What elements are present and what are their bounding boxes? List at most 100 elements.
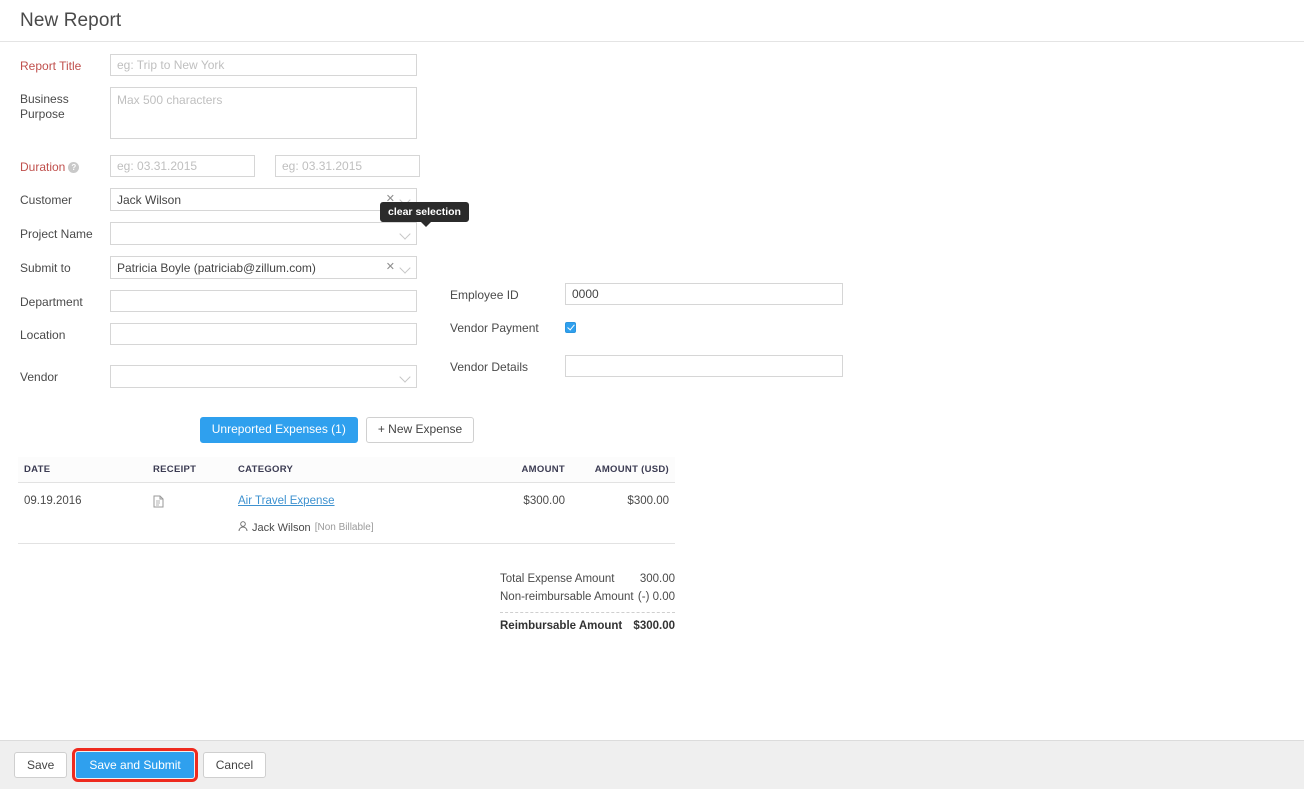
project-name-label: Project Name: [0, 222, 110, 242]
vendor-payment-label: Vendor Payment: [450, 316, 540, 336]
submit-to-field: Patricia Boyle (patriciab@zillum.com) ✕: [110, 256, 417, 279]
totals-divider: [500, 612, 675, 613]
table-row[interactable]: 09.19.2016 Air Travel Expense: [18, 482, 675, 543]
page-header: New Report: [0, 0, 1304, 42]
form-footer: Save Save and Submit Cancel: [0, 740, 1304, 789]
field-row-location: Location: [0, 323, 450, 345]
chevron-down-icon[interactable]: [401, 372, 410, 381]
department-input[interactable]: [110, 290, 417, 312]
customer-value: Jack Wilson: [117, 193, 386, 207]
new-expense-button[interactable]: + New Expense: [366, 417, 474, 443]
vendor-details-label: Vendor Details: [450, 355, 565, 375]
vendor-select[interactable]: [110, 365, 417, 388]
column-header-category: CATEGORY: [238, 457, 455, 483]
cell-category: Air Travel Expense Jack Wilson [Non Bill…: [238, 482, 455, 543]
report-form: clear selection Report Title Business Pu…: [0, 42, 1304, 399]
cell-amount-usd: $300.00: [565, 482, 675, 543]
department-field: [110, 290, 417, 312]
expense-person-name: Jack Wilson: [252, 522, 311, 534]
clear-selection-tooltip: clear selection: [380, 202, 469, 222]
category-link[interactable]: Air Travel Expense: [238, 495, 335, 507]
cell-receipt: [153, 482, 238, 543]
employee-id-field: [565, 283, 843, 305]
form-grid: Report Title Business Purpose Duration?: [0, 54, 1304, 399]
submit-to-value: Patricia Boyle (patriciab@zillum.com): [117, 261, 386, 275]
unreported-expenses-button[interactable]: Unreported Expenses (1): [200, 417, 358, 443]
vendor-payment-field: [540, 316, 576, 333]
save-and-submit-button[interactable]: Save and Submit: [76, 752, 193, 778]
location-field: [110, 323, 417, 345]
business-purpose-textarea[interactable]: [110, 87, 417, 139]
vendor-field: [110, 365, 417, 388]
column-header-date: DATE: [18, 457, 153, 483]
field-row-vendor-payment: Vendor Payment: [450, 316, 900, 336]
duration-label-text: Duration: [20, 160, 65, 174]
person-icon: [238, 521, 248, 535]
help-icon[interactable]: ?: [68, 162, 79, 173]
chevron-down-icon[interactable]: [401, 229, 410, 238]
column-header-amount-usd: AMOUNT (USD): [565, 457, 675, 483]
cancel-button[interactable]: Cancel: [203, 752, 266, 778]
expense-person-line: Jack Wilson [Non Billable]: [238, 521, 455, 535]
vendor-label: Vendor: [0, 365, 110, 385]
total-expense-row: Total Expense Amount 300.00: [500, 570, 675, 588]
duration-to-input[interactable]: [275, 155, 420, 177]
non-reimbursable-label: Non-reimbursable Amount: [500, 591, 634, 603]
column-header-receipt: RECEIPT: [153, 457, 238, 483]
form-right-column: Employee ID Vendor Payment Vendor Detail…: [450, 54, 900, 399]
customer-select[interactable]: Jack Wilson ✕: [110, 188, 417, 211]
vendor-details-input[interactable]: [565, 355, 843, 377]
report-title-field: [110, 54, 417, 76]
field-row-report-title: Report Title: [0, 54, 450, 76]
field-row-vendor-details: Vendor Details: [450, 355, 900, 377]
field-row-submit-to: Submit to Patricia Boyle (patriciab@zill…: [0, 256, 450, 279]
page-title: New Report: [20, 10, 121, 32]
field-row-project-name: Project Name: [0, 222, 450, 245]
cell-amount: $300.00: [455, 482, 565, 543]
department-label: Department: [0, 290, 110, 310]
employee-id-label: Employee ID: [450, 283, 565, 303]
field-row-department: Department: [0, 290, 450, 312]
totals-panel: Total Expense Amount 300.00 Non-reimburs…: [500, 570, 675, 635]
close-icon[interactable]: ✕: [386, 262, 395, 273]
expenses-table: DATE RECEIPT CATEGORY AMOUNT AMOUNT (USD…: [18, 457, 675, 543]
reimbursable-label: Reimbursable Amount: [500, 620, 622, 632]
reimbursable-value: $300.00: [633, 620, 675, 632]
billable-tag: [Non Billable]: [315, 522, 374, 533]
total-expense-value: 300.00: [640, 573, 675, 585]
table-header-row: DATE RECEIPT CATEGORY AMOUNT AMOUNT (USD…: [18, 457, 675, 483]
report-title-label: Report Title: [0, 54, 110, 74]
field-row-employee-id: Employee ID: [450, 283, 900, 305]
employee-id-input[interactable]: [565, 283, 843, 305]
project-name-select[interactable]: [110, 222, 417, 245]
field-row-duration: Duration?: [0, 155, 450, 177]
expense-actions: Unreported Expenses (1) + New Expense: [0, 417, 1304, 443]
customer-field: Jack Wilson ✕: [110, 188, 417, 211]
project-name-field: [110, 222, 417, 245]
non-reimbursable-row: Non-reimbursable Amount (-) 0.00: [500, 588, 675, 606]
customer-label: Customer: [0, 188, 110, 208]
report-title-input[interactable]: [110, 54, 417, 76]
field-row-business-purpose: Business Purpose: [0, 87, 450, 144]
table-bottom-divider: [18, 543, 675, 544]
submit-to-select[interactable]: Patricia Boyle (patriciab@zillum.com) ✕: [110, 256, 417, 279]
duration-label: Duration?: [0, 155, 110, 175]
chevron-down-icon[interactable]: [401, 263, 410, 272]
non-reimbursable-value: (-) 0.00: [638, 591, 675, 603]
total-expense-label: Total Expense Amount: [500, 573, 614, 585]
submit-to-label: Submit to: [0, 256, 110, 276]
duration-field: [110, 155, 420, 177]
save-button[interactable]: Save: [14, 752, 67, 778]
field-row-vendor: Vendor: [0, 365, 450, 388]
cell-date: 09.19.2016: [18, 482, 153, 543]
location-label: Location: [0, 323, 110, 343]
location-input[interactable]: [110, 323, 417, 345]
column-header-amount: AMOUNT: [455, 457, 565, 483]
form-left-column: Report Title Business Purpose Duration?: [0, 54, 450, 399]
vendor-payment-checkbox[interactable]: [565, 322, 576, 333]
reimbursable-row: Reimbursable Amount $300.00: [500, 617, 675, 635]
business-purpose-label: Business Purpose: [0, 87, 110, 122]
duration-from-input[interactable]: [110, 155, 255, 177]
receipt-icon[interactable]: [153, 499, 164, 511]
vendor-details-field: [565, 355, 843, 377]
